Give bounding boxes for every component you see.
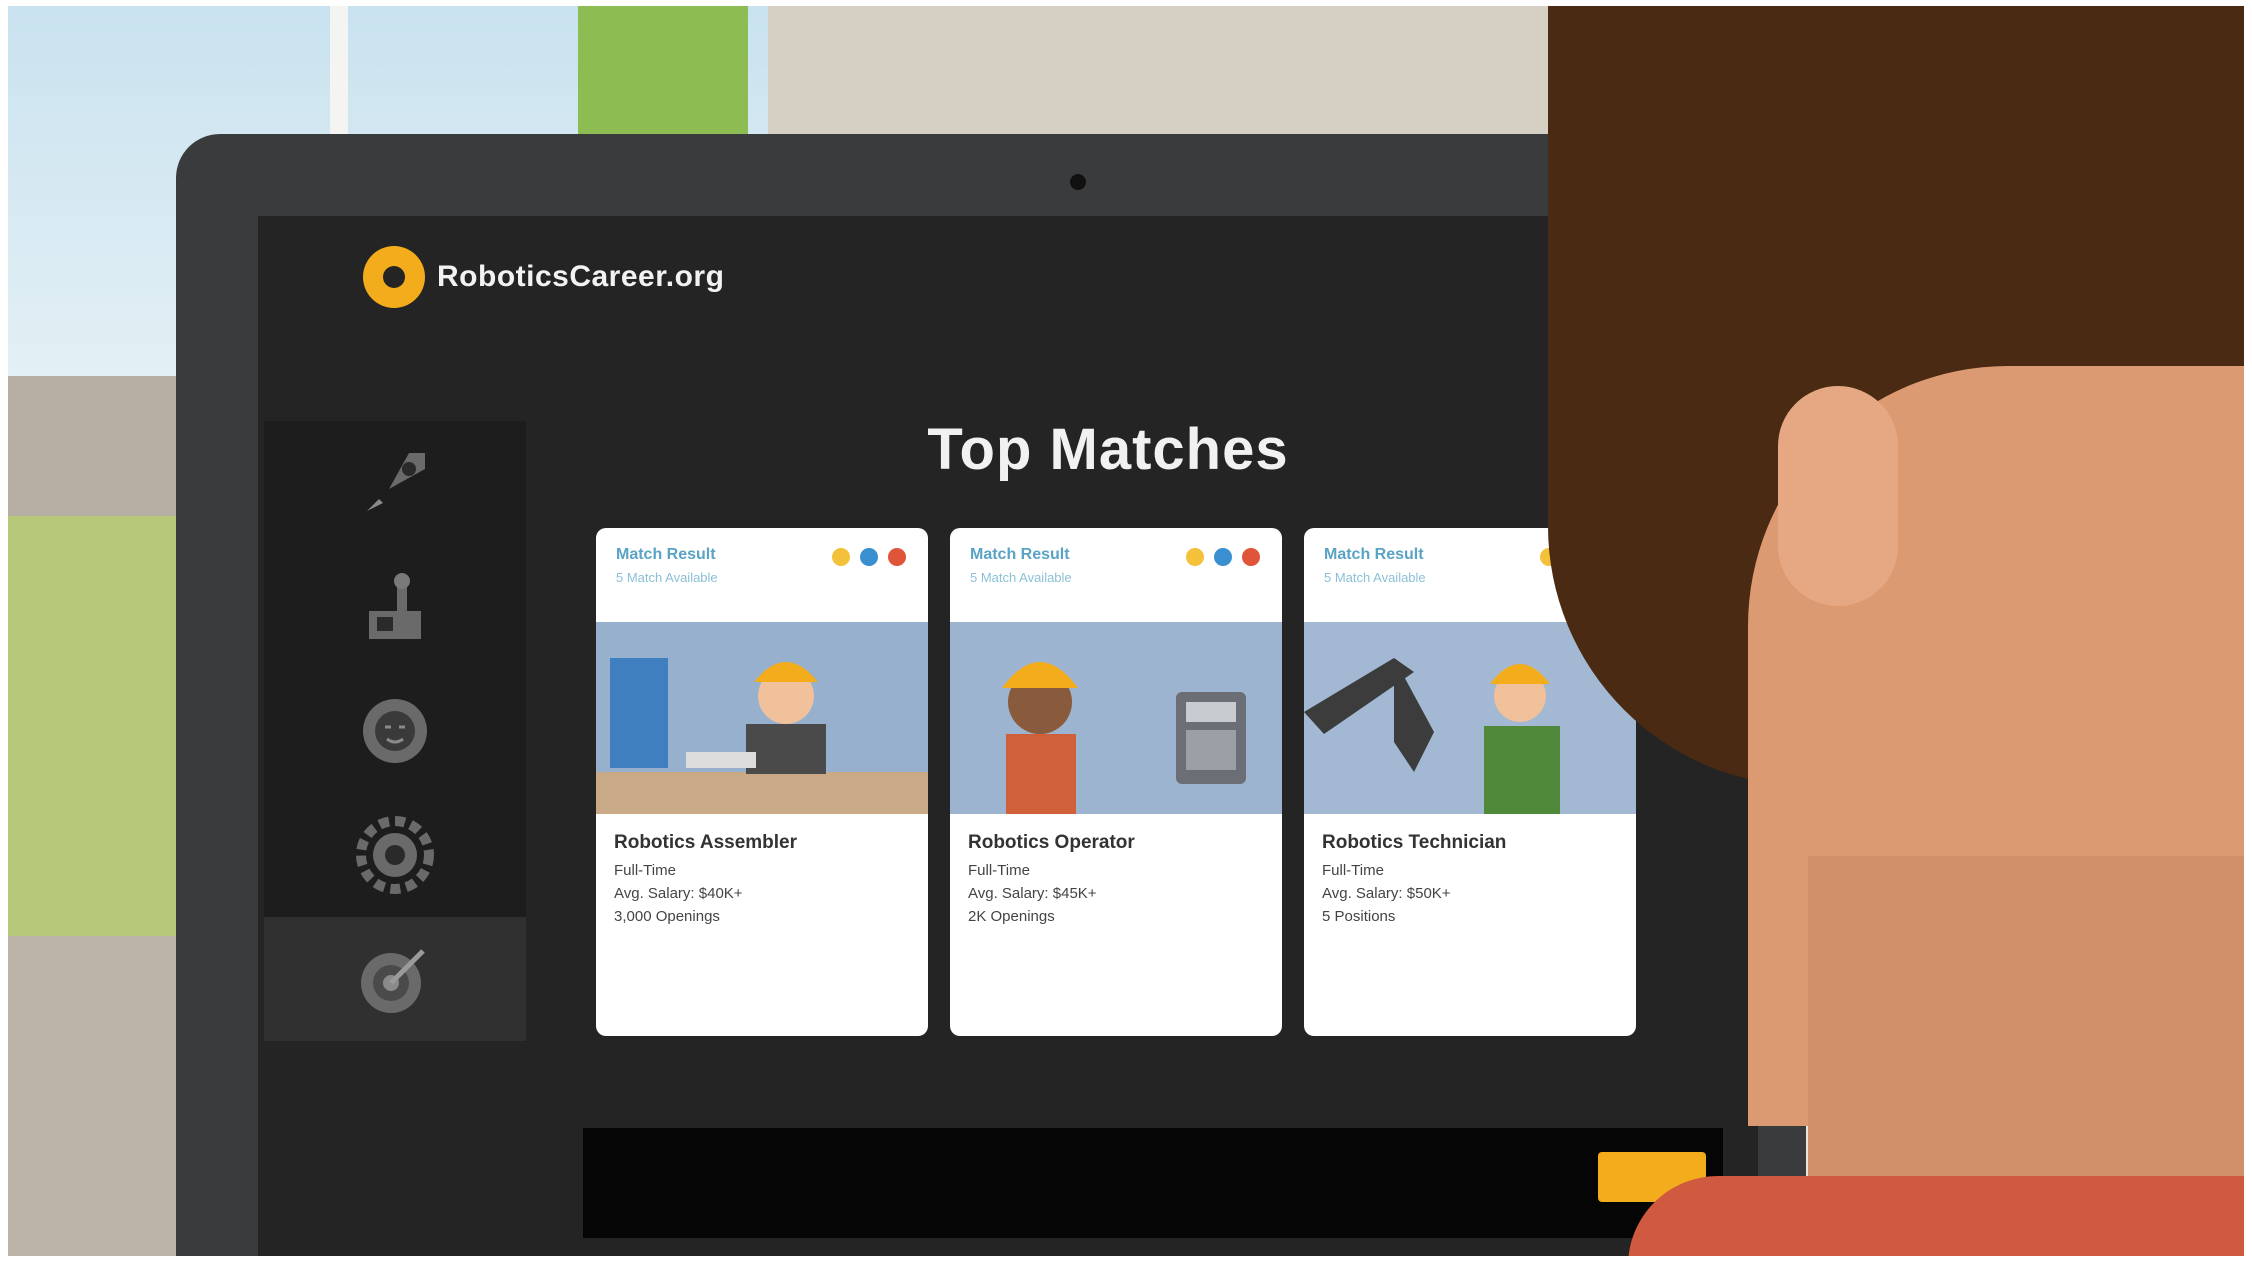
rocket-icon [367,453,425,511]
card-body: Robotics Assembler Full-Time Avg. Salary… [596,814,928,949]
yellow-dot-icon [1186,548,1204,566]
yellow-dot-icon [832,548,850,566]
match-subtitle: 5 Match Available [1324,570,1426,585]
red-dot-icon [1242,548,1260,566]
card-body: Robotics Operator Full-Time Avg. Salary:… [950,814,1282,949]
outdoor-grass [8,516,178,936]
gear-face-icon [363,699,427,763]
sidebar-item-target[interactable] [264,917,526,1041]
card-header: Match Result 5 Match Available [950,528,1282,622]
worker-illustration [596,622,928,814]
job-type: Full-Time [968,862,1030,879]
card-body: Robotics Technician Full-Time Avg. Salar… [1304,814,1636,949]
rating-dots [1186,548,1260,566]
settings-gear-icon [356,816,434,894]
job-openings: 3,000 Openings [614,908,720,925]
webcam-icon [1070,174,1086,190]
assembler-illustration-icon [596,622,928,814]
logo-text: RoboticsCareer.org [437,260,725,293]
window-foliage [578,6,748,141]
job-title: Robotics Assembler [614,832,798,853]
card-header: Match Result 5 Match Available [596,528,928,622]
job-salary: Avg. Salary: $50K+ [1322,885,1451,902]
operator-illustration-icon [950,622,1282,814]
sidebar-item-rocket[interactable] [264,421,526,545]
bottom-bar [583,1128,1723,1238]
job-card[interactable]: Match Result 5 Match Available Robotics … [950,528,1282,1036]
job-type: Full-Time [1322,862,1384,879]
job-title: Robotics Operator [968,832,1135,853]
page-title: Top Matches [927,417,1289,482]
blue-dot-icon [1214,548,1232,566]
job-openings: 5 Positions [1322,908,1396,925]
laptop-screen: RoboticsCareer.org Top Matches Match Res… [258,216,1758,1256]
robot-arm-icon [369,573,421,639]
sidebar-item-robot-arm[interactable] [264,545,526,669]
blue-dot-icon [860,548,878,566]
person-shirt [1628,1176,2244,1256]
match-label: Match Result [616,546,716,563]
job-type: Full-Time [614,862,676,879]
site-logo[interactable]: RoboticsCareer.org [363,246,724,308]
person-ear [1778,386,1898,606]
job-openings: 2K Openings [968,908,1055,925]
target-icon [361,949,425,1013]
sidebar [264,421,526,1041]
job-title: Robotics Technician [1322,832,1507,853]
worker-illustration [950,622,1282,814]
match-label: Match Result [970,546,1070,563]
match-subtitle: 5 Match Available [970,570,1072,585]
gear-logo-icon [363,246,425,308]
sidebar-item-gear-face[interactable] [264,669,526,793]
sidebar-item-settings[interactable] [264,793,526,917]
red-dot-icon [888,548,906,566]
job-salary: Avg. Salary: $45K+ [968,885,1097,902]
rating-dots [832,548,906,566]
job-card[interactable]: Match Result 5 Match Available Robotics … [596,528,928,1036]
match-label: Match Result [1324,546,1424,563]
job-salary: Avg. Salary: $40K+ [614,885,743,902]
match-subtitle: 5 Match Available [616,570,718,585]
scene-background: RoboticsCareer.org Top Matches Match Res… [8,6,2244,1256]
